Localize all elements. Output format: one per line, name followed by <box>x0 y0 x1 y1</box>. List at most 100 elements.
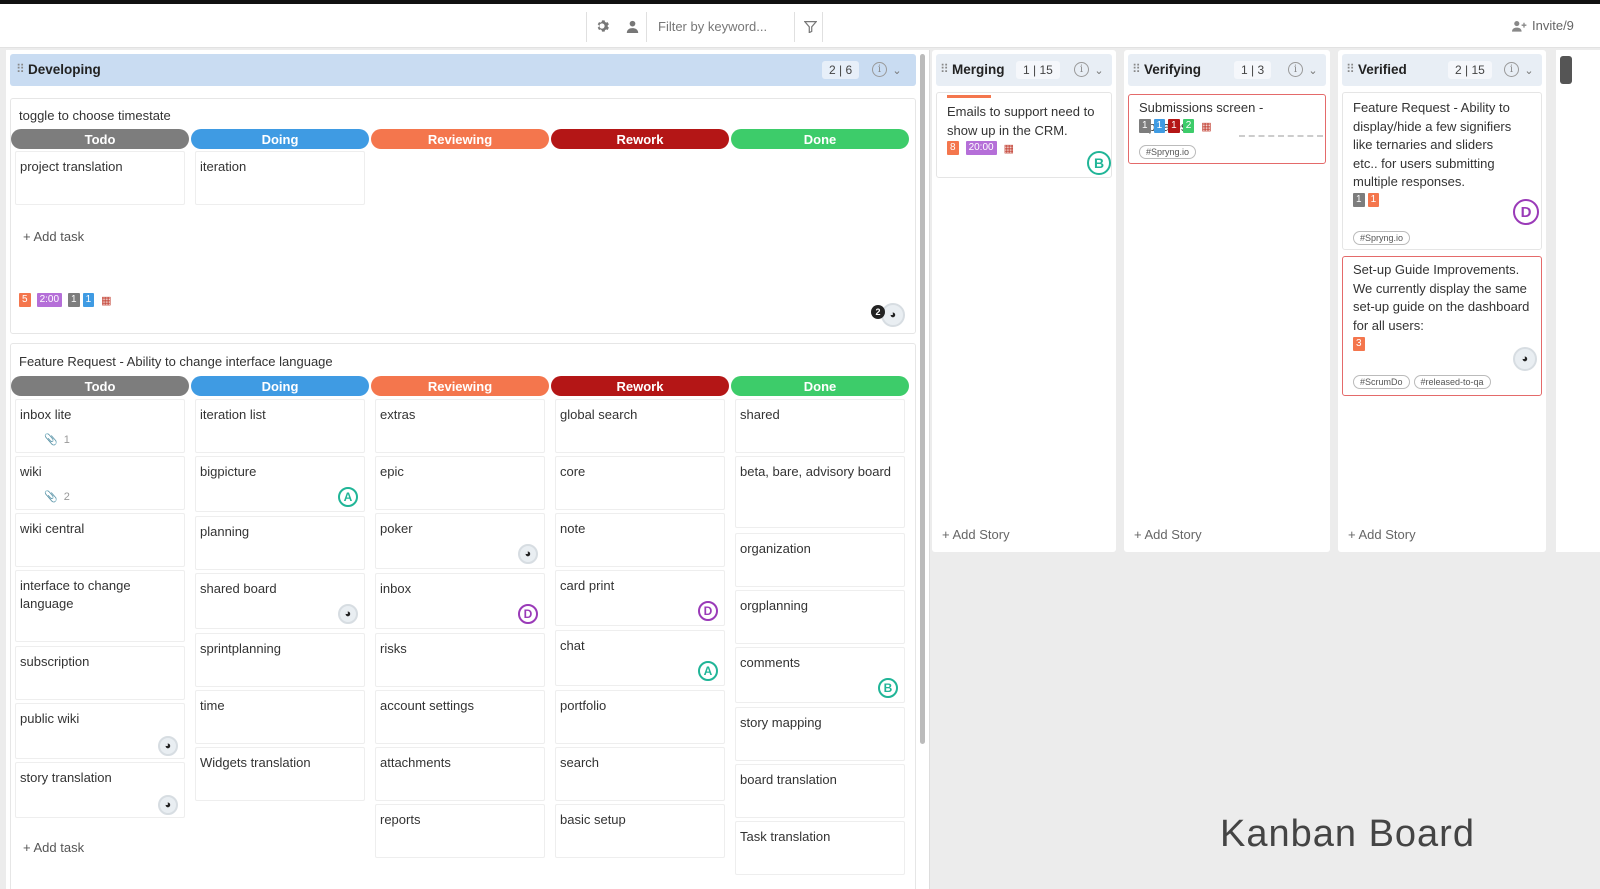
avatar[interactable]: ◕ <box>1513 347 1537 371</box>
task-card[interactable]: inbox D <box>375 573 545 629</box>
task-card[interactable]: public wiki ◕ <box>15 703 185 759</box>
info-icon[interactable]: i <box>1504 62 1519 77</box>
task-card[interactable]: project translation <box>15 151 185 205</box>
tag-chip[interactable]: #Spryng.io <box>1139 145 1197 159</box>
story-card[interactable]: Submissions screen - Updates 1 1 1 2 ▦ #… <box>1128 94 1326 164</box>
story-card[interactable]: Emails to support need to show up in the… <box>936 92 1112 178</box>
task-card[interactable]: Widgets translation <box>195 747 365 801</box>
tag-chip[interactable]: #Spryng.io <box>1353 231 1411 245</box>
chevron-down-icon[interactable]: ⌄ <box>1520 61 1538 79</box>
task-card[interactable]: time <box>195 690 365 744</box>
user-icon[interactable] <box>620 14 644 38</box>
drag-handle-icon[interactable]: ⠿ <box>16 62 25 76</box>
task-card[interactable]: bigpicture A <box>195 456 365 512</box>
task-card[interactable]: orgplanning <box>735 590 905 644</box>
task-card[interactable]: iteration list <box>195 399 365 453</box>
calendar-icon[interactable]: ▦ <box>1004 142 1014 155</box>
task-card[interactable]: planning <box>195 516 365 570</box>
task-card[interactable]: basic setup <box>555 804 725 858</box>
task-label: sprintplanning <box>200 641 281 656</box>
story-card[interactable]: Feature Request - Ability to display/hid… <box>1342 92 1542 250</box>
tag-chip[interactable]: #ScrumDo <box>1353 375 1410 389</box>
avatar[interactable]: B <box>1087 151 1111 175</box>
avatar[interactable]: D <box>1513 199 1539 225</box>
avatar[interactable]: B <box>878 678 898 698</box>
add-task-button[interactable]: + Add task <box>23 840 84 855</box>
task-card[interactable]: inbox lite 📎 1 <box>15 399 185 453</box>
task-card[interactable]: note <box>555 513 725 567</box>
task-card[interactable]: core <box>555 456 725 510</box>
task-card[interactable]: beta, bare, advisory board <box>735 456 905 528</box>
story-card[interactable]: Set-up Guide Improvements. We currently … <box>1342 256 1542 396</box>
add-story-button[interactable]: + Add Story <box>942 527 1010 542</box>
avatar[interactable]: D <box>518 604 538 624</box>
task-card[interactable]: card print D <box>555 570 725 626</box>
calendar-icon[interactable]: ▦ <box>1201 120 1211 133</box>
task-card[interactable]: chat A <box>555 630 725 686</box>
avatar[interactable]: ◕ <box>158 795 178 815</box>
task-card[interactable]: organization <box>735 533 905 587</box>
task-card[interactable]: attachments <box>375 747 545 801</box>
task-card[interactable]: global search <box>555 399 725 453</box>
add-story-button[interactable]: + Add Story <box>1134 527 1202 542</box>
story-tags: 3 <box>1353 337 1365 351</box>
task-card[interactable]: board translation <box>735 764 905 818</box>
avatar[interactable]: ◕ <box>158 736 178 756</box>
task-label: organization <box>740 541 811 556</box>
task-card[interactable]: Task translation <box>735 821 905 875</box>
avatar[interactable]: ◕ <box>338 604 358 624</box>
task-card[interactable]: interface to change language <box>15 570 185 642</box>
verifying-header: ⠿ Verifying 1 | 3 i ⌄ <box>1128 54 1326 86</box>
info-icon[interactable]: i <box>872 62 887 77</box>
task-card[interactable]: portfolio <box>555 690 725 744</box>
filter-icon[interactable] <box>798 14 822 38</box>
chevron-down-icon[interactable]: ⌄ <box>1304 61 1322 79</box>
avatar[interactable]: D <box>698 601 718 621</box>
invite-button[interactable]: Invite/9 <box>1512 18 1574 33</box>
add-task-button[interactable]: + Add task <box>23 229 84 244</box>
task-card[interactable]: comments B <box>735 647 905 703</box>
column-handle[interactable] <box>1560 56 1572 84</box>
task-card[interactable]: iteration <box>195 151 365 205</box>
task-card[interactable]: risks <box>375 633 545 687</box>
task-card[interactable]: extras <box>375 399 545 453</box>
task-card[interactable]: story translation ◕ <box>15 762 185 818</box>
story-card[interactable]: toggle to choose timestate Todo Doing Re… <box>10 98 916 334</box>
task-card[interactable]: poker ◕ <box>375 513 545 569</box>
progress-bar <box>947 95 991 98</box>
avatar[interactable]: A <box>338 487 358 507</box>
task-card[interactable]: reports <box>375 804 545 858</box>
column-title: Merging <box>952 62 1005 77</box>
info-icon[interactable]: i <box>1288 62 1303 77</box>
task-card[interactable]: search <box>555 747 725 801</box>
task-card[interactable]: shared board ◕ <box>195 573 365 629</box>
task-label: wiki <box>20 464 42 479</box>
avatar[interactable]: A <box>698 661 718 681</box>
info-icon[interactable]: i <box>1074 62 1089 77</box>
avatar[interactable]: ◕ <box>881 303 905 327</box>
tag-chip[interactable]: #released-to-qa <box>1413 375 1491 389</box>
task-card[interactable]: subscription <box>15 646 185 700</box>
task-card[interactable]: shared <box>735 399 905 453</box>
drag-handle-icon[interactable]: ⠿ <box>1346 62 1355 76</box>
task-card[interactable]: wiki 📎 2 <box>15 456 185 510</box>
task-card[interactable]: account settings <box>375 690 545 744</box>
story-card[interactable]: Feature Request - Ability to change inte… <box>10 343 916 889</box>
points-tag: 5 <box>19 293 31 307</box>
task-card[interactable]: story mapping <box>735 707 905 761</box>
gear-icon[interactable] <box>590 14 614 38</box>
scrollbar[interactable] <box>920 54 925 744</box>
task-card[interactable]: sprintplanning <box>195 633 365 687</box>
avatar[interactable]: ◕ <box>518 544 538 564</box>
attachment-indicator: 📎 1 <box>44 433 70 447</box>
search-input[interactable] <box>658 13 808 39</box>
chevron-down-icon[interactable]: ⌄ <box>888 61 906 79</box>
task-card[interactable]: epic <box>375 456 545 510</box>
column-count-badge: 1 | 3 <box>1234 61 1272 79</box>
calendar-icon[interactable]: ▦ <box>101 294 111 307</box>
task-card[interactable]: wiki central <box>15 513 185 567</box>
drag-handle-icon[interactable]: ⠿ <box>940 62 949 76</box>
drag-handle-icon[interactable]: ⠿ <box>1132 62 1141 76</box>
chevron-down-icon[interactable]: ⌄ <box>1090 61 1108 79</box>
add-story-button[interactable]: + Add Story <box>1348 527 1416 542</box>
